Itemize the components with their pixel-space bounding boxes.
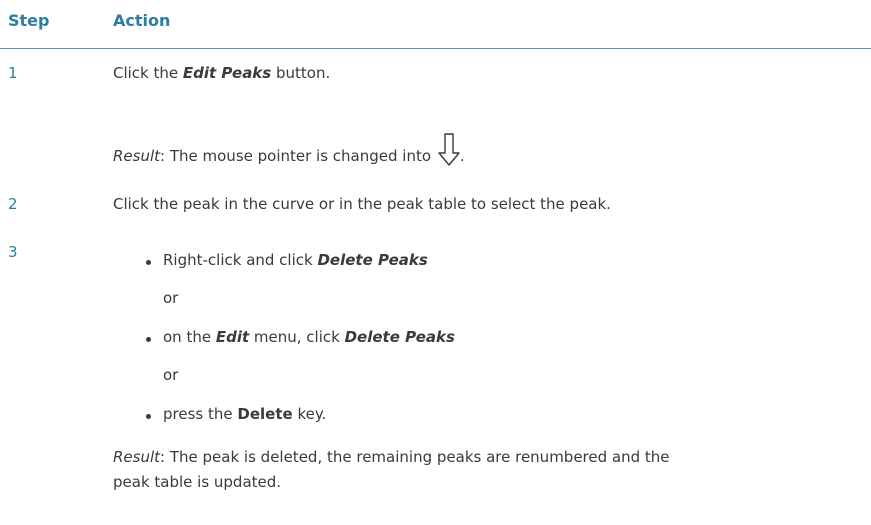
bullet — [146, 260, 151, 265]
step-3-result-line2: peak table is updated. — [113, 473, 282, 491]
step-1-result: Result: The mouse pointer is changed int… — [113, 133, 465, 167]
header-divider — [0, 48, 871, 49]
option-3-post: key. — [292, 405, 327, 423]
bullet — [146, 337, 151, 342]
delete-key-label: Delete — [237, 405, 293, 423]
option-2-mid: menu, click — [249, 328, 345, 346]
result-label: Result — [113, 448, 161, 466]
step-number-3: 3 — [8, 243, 18, 261]
result-label: Result — [113, 147, 161, 165]
delete-peaks-label: Delete Peaks — [344, 328, 455, 346]
table-header: Step Action — [0, 0, 871, 48]
step-3-result: Result: The peak is deleted, the remaini… — [113, 448, 670, 466]
step-number-2: 2 — [8, 195, 18, 213]
delete-peaks-label: Delete Peaks — [317, 251, 428, 269]
step-3-option-2: on the Edit menu, click Delete Peaks — [163, 328, 455, 346]
or-text-1: or — [163, 289, 179, 307]
step-3-option-1: Right-click and click Delete Peaks — [163, 251, 428, 269]
step-3-result-line1: : The peak is deleted, the remaining pea… — [160, 448, 670, 466]
step-1-instruction: Click the Edit Peaks button. — [113, 64, 330, 82]
edit-menu-label: Edit — [215, 328, 250, 346]
step-3-option-3: press the Delete key. — [163, 405, 326, 423]
header-step: Step — [8, 11, 50, 30]
step-1-result-text: : The mouse pointer is changed into — [160, 147, 432, 165]
step-number-1: 1 — [8, 64, 18, 82]
step-1-pre: Click the — [113, 64, 183, 82]
bullet — [146, 414, 151, 419]
down-arrow-pointer-icon — [438, 133, 460, 166]
step-1-result-end: . — [459, 147, 465, 165]
step-2-instruction: Click the peak in the curve or in the pe… — [113, 195, 611, 213]
step-1-post: button. — [271, 64, 331, 82]
header-action: Action — [113, 11, 171, 30]
edit-peaks-label: Edit Peaks — [182, 64, 272, 82]
option-3-pre: press the — [163, 405, 238, 423]
or-text-2: or — [163, 366, 179, 384]
option-1-pre: Right-click and click — [163, 251, 318, 269]
option-2-pre: on the — [163, 328, 216, 346]
